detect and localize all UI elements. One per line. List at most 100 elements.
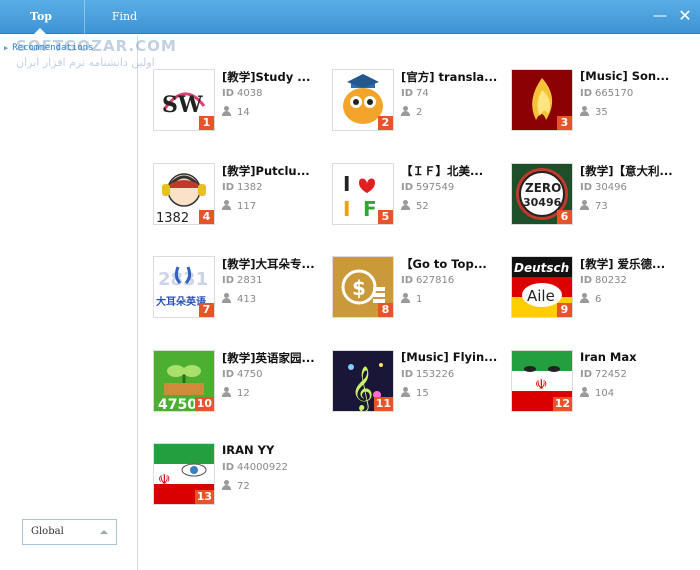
room-id-value: 665170	[595, 88, 634, 99]
close-icon[interactable]: ✕	[677, 8, 693, 24]
room-id: ID 80232	[580, 275, 627, 286]
room-card[interactable]: ☫ 13 IRAN YY ID 44000922 72	[153, 441, 328, 505]
svg-text:ZERO: ZERO	[525, 181, 561, 195]
svg-text:Aile: Aile	[527, 287, 555, 305]
svg-text:I: I	[343, 172, 350, 196]
user-count: 117	[237, 200, 257, 212]
room-card[interactable]: 1382 4 [教学]Putclu... ID 1382 117	[153, 161, 328, 225]
sidebar-item-recommendations[interactable]: ▶ Recommendations	[4, 43, 94, 57]
room-card[interactable]: 2 [官方] transla... ID 74 2	[332, 67, 507, 131]
room-name[interactable]: [教学]【意大利...	[580, 163, 680, 179]
room-users: 2	[401, 106, 422, 118]
room-name[interactable]: 【ＩＦ】北美...	[401, 163, 501, 179]
person-icon	[401, 293, 410, 303]
room-id-value: 30496	[595, 181, 627, 193]
room-users: 15	[401, 386, 429, 399]
room-thumbnail[interactable]: 3	[511, 69, 573, 131]
room-name[interactable]: [Music] Son...	[580, 69, 680, 83]
room-users: 1	[401, 293, 422, 305]
id-label: ID	[401, 88, 414, 99]
room-id: ID 597549	[401, 182, 454, 193]
room-card[interactable]: 3 [Music] Son... ID 665170 35	[511, 67, 686, 131]
rank-badge: 2	[378, 116, 393, 130]
person-icon	[222, 293, 231, 303]
rank-badge: 5	[378, 209, 393, 224]
room-thumbnail[interactable]: SW 1	[153, 69, 215, 131]
svg-text:Deutsch: Deutsch	[514, 261, 569, 275]
room-card[interactable]: 2831 大耳朵英语 7 [教学]大耳朵专... ID 2831 413	[153, 254, 328, 318]
user-count: 72	[237, 481, 250, 492]
id-label: ID	[580, 368, 593, 380]
room-name[interactable]: [教学]大耳朵专...	[222, 256, 322, 272]
person-icon	[580, 199, 589, 210]
room-card[interactable]: 𝄞 11 [Music] Flyin... ID 153226 15	[332, 348, 507, 412]
room-users: 413	[222, 293, 256, 305]
room-id-value: 627816	[416, 275, 455, 286]
person-icon	[222, 480, 231, 490]
room-card[interactable]: ZERO 30496 6 [教学]【意大利... ID 30496 73	[511, 161, 686, 225]
svg-text:SW: SW	[162, 92, 203, 118]
room-thumbnail[interactable]: 2831 大耳朵英语 7	[153, 256, 215, 318]
room-id-value: 1382	[237, 181, 263, 193]
minimize-icon[interactable]: —	[652, 8, 668, 24]
person-icon	[222, 199, 231, 210]
room-name[interactable]: 【Go to Top...	[401, 256, 501, 272]
title-bar: Top Find — ✕	[0, 0, 700, 34]
room-users: 72	[222, 480, 250, 492]
user-count: 15	[416, 387, 429, 399]
rank-badge: 7	[199, 303, 214, 317]
rank-badge: 9	[557, 303, 572, 317]
svg-text:𝄞: 𝄞	[351, 366, 373, 411]
rank-badge: 13	[194, 490, 214, 504]
room-id: ID 153226	[401, 369, 454, 380]
room-name[interactable]: [官方] transla...	[401, 69, 501, 85]
room-id: ID 1382	[222, 182, 262, 193]
room-name[interactable]: [教学]英语家园...	[222, 350, 322, 366]
room-card[interactable]: ☫ 12 Iran Max ID 72452 104	[511, 348, 686, 412]
room-users: 12	[222, 386, 250, 399]
room-thumbnail[interactable]: 4750 10	[153, 349, 215, 412]
room-name[interactable]: IRAN YY	[222, 443, 322, 457]
room-name[interactable]: Iran Max	[580, 350, 680, 364]
svg-text:$: $	[352, 276, 366, 300]
region-select[interactable]: Global	[22, 519, 117, 545]
room-thumbnail[interactable]: IIF5	[332, 162, 394, 225]
svg-text:☫: ☫	[158, 472, 171, 488]
room-name[interactable]: [教学] 爱乐德...	[580, 256, 680, 272]
room-thumbnail[interactable]: ☫ 12	[511, 349, 573, 412]
region-select-value: Global	[31, 526, 64, 537]
user-count: 1	[416, 294, 423, 305]
room-card[interactable]: I I F 5 【ＩＦ】北美... ID 597549 52	[332, 161, 507, 225]
room-id-value: 72452	[595, 368, 627, 380]
room-card[interactable]: $8 【Go to Top... ID 627816 1	[332, 254, 507, 318]
room-thumbnail[interactable]: 𝄞 11	[332, 349, 394, 412]
room-card[interactable]: 4750 10 [教学]英语家园... ID 4750 12	[153, 348, 328, 412]
caret-right-icon: ▶	[4, 44, 9, 52]
tab-find[interactable]: Find	[84, 0, 164, 34]
room-name[interactable]: [教学]Putclu...	[222, 163, 322, 179]
rank-badge: 12	[552, 396, 572, 411]
room-thumbnail[interactable]: ☫ 13	[153, 443, 215, 505]
sidebar-item-label: Recommendations	[12, 43, 94, 53]
room-name[interactable]: [Music] Flyin...	[401, 350, 501, 364]
room-thumbnail[interactable]: 2	[332, 69, 394, 131]
room-id: ID 44000922	[222, 462, 288, 473]
rank-badge: 8	[378, 303, 393, 317]
rank-badge: 4	[199, 209, 214, 224]
user-count: 2	[416, 107, 423, 118]
room-thumbnail[interactable]: 1382 4	[153, 162, 215, 225]
id-label: ID	[222, 88, 235, 99]
room-id: ID 30496	[580, 182, 627, 193]
room-name[interactable]: [教学]Study ...	[222, 69, 322, 85]
room-thumbnail[interactable]: $8	[332, 256, 394, 318]
room-card[interactable]: Deutsch Aile 9 [教学] 爱乐德... ID 80232 6	[511, 254, 686, 318]
id-label: ID	[222, 462, 235, 473]
room-thumbnail[interactable]: ZERO 30496 6	[511, 162, 573, 225]
room-id: ID 4038	[222, 88, 262, 99]
tab-top[interactable]: Top	[0, 0, 82, 34]
room-thumbnail[interactable]: Deutsch Aile 9	[511, 256, 573, 318]
room-card[interactable]: SW 1 [教学]Study ... ID 4038 14	[153, 67, 328, 131]
room-id-value: 2831	[237, 275, 263, 286]
user-count: 6	[595, 294, 602, 305]
user-count: 12	[237, 387, 250, 399]
